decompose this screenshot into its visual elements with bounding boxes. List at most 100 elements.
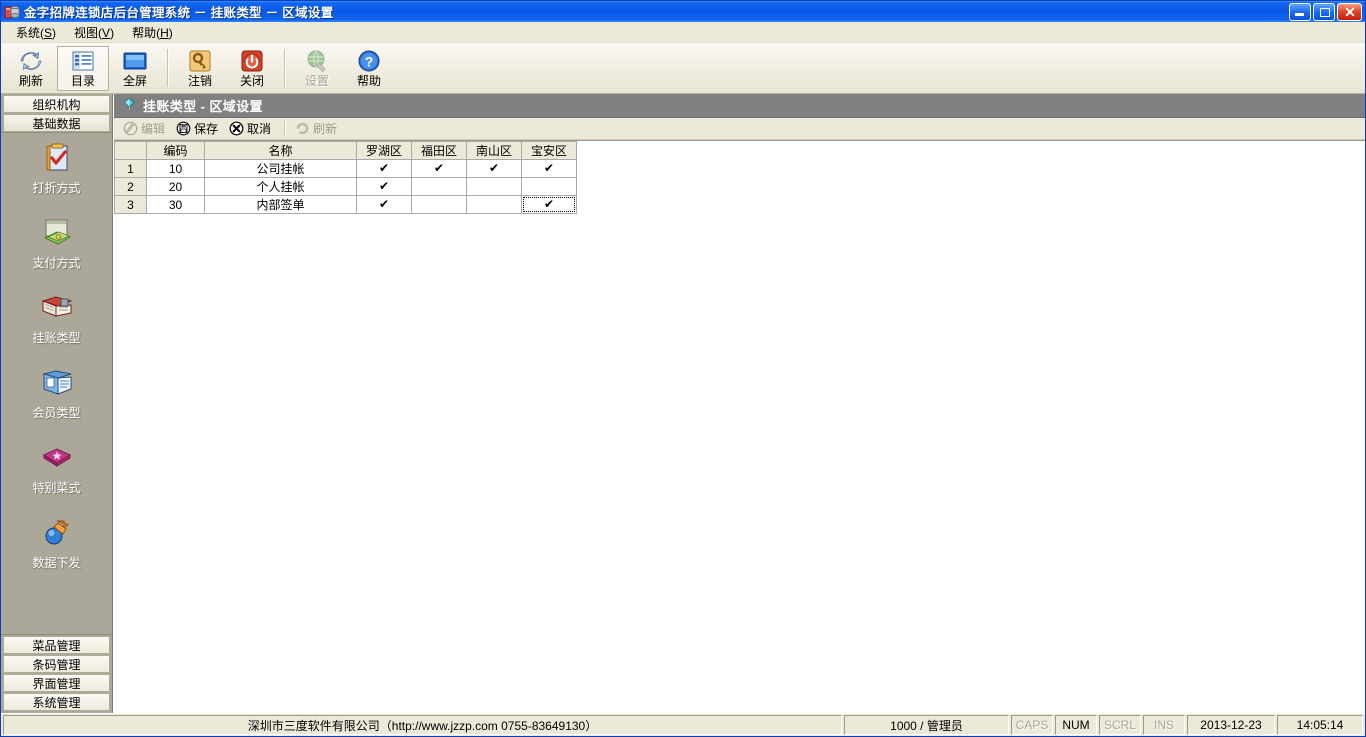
- toolbar-button-help[interactable]: ? 帮助: [343, 46, 395, 91]
- sidebar-item-payment-label: 支付方式: [32, 256, 81, 270]
- grid-refresh-button: 刷新: [292, 119, 343, 138]
- sidebar-item-member-type[interactable]: 会员类型: [1, 366, 112, 441]
- menu-item-system-label: 系统: [16, 25, 41, 40]
- special-dish-icon: [40, 441, 74, 475]
- grid-col-nanshan[interactable]: 南山区: [466, 141, 522, 160]
- toolbar-button-fullscreen[interactable]: 全屏: [109, 46, 161, 91]
- toolbar-button-logout[interactable]: 注销: [174, 46, 226, 91]
- sidebar: 组织机构 基础数据 打折方式 支付方式 挂账类型 会员类型 特别菜式 数据下发 …: [1, 94, 113, 713]
- cell-name-1[interactable]: 公司挂帐: [204, 159, 357, 178]
- cell-futian-1[interactable]: ✔: [411, 159, 467, 178]
- sidebar-item-special-dish-label: 特别菜式: [32, 481, 81, 495]
- sidebar-item-member-type-label: 会员类型: [32, 406, 81, 420]
- check-icon: ✔: [488, 161, 500, 175]
- toolbar-button-catalog-label: 目录: [70, 74, 95, 88]
- sidebar-group-basedata[interactable]: 基础数据: [3, 114, 110, 132]
- content-header: 挂账类型 - 区域设置: [114, 94, 1365, 118]
- sidebar-item-discount-label: 打折方式: [32, 181, 81, 195]
- cell-name-2[interactable]: 个人挂帐: [204, 177, 357, 196]
- menu-item-help[interactable]: 帮助(H): [123, 22, 182, 43]
- region-settings-grid: 编码 名称 罗湖区 福田区 南山区 宝安区 1 10 公司挂帐 ✔ ✔ ✔ ✔ …: [114, 141, 577, 214]
- sidebar-item-data-dispatch-label: 数据下发: [32, 556, 81, 570]
- cell-nanshan-1[interactable]: ✔: [466, 159, 522, 178]
- cancel-button-label: 取消: [247, 122, 272, 136]
- cancel-x-icon: [229, 121, 244, 136]
- grid-body: 1 10 公司挂帐 ✔ ✔ ✔ ✔ 2 20 个人挂帐 ✔ 3 30 内部签单 …: [114, 159, 577, 214]
- cell-baoan-1[interactable]: ✔: [521, 159, 577, 178]
- cell-code-3[interactable]: 30: [146, 195, 205, 214]
- grid-col-name[interactable]: 名称: [204, 141, 357, 160]
- sidebar-group-ui-management-label: 界面管理: [32, 676, 81, 691]
- cell-futian-3[interactable]: [411, 195, 467, 214]
- cell-code-1[interactable]: 10: [146, 159, 205, 178]
- grid-col-futian[interactable]: 福田区: [411, 141, 467, 160]
- table-row[interactable]: 3 30 内部签单 ✔ ✔: [114, 195, 577, 214]
- grid-col-luohu[interactable]: 罗湖区: [356, 141, 412, 160]
- toolbar-button-refresh[interactable]: 刷新: [5, 46, 57, 91]
- fullscreen-icon: [122, 48, 148, 74]
- save-button[interactable]: 保存: [173, 119, 224, 138]
- sidebar-group-dish-management[interactable]: 菜品管理: [3, 636, 110, 654]
- cell-futian-2[interactable]: [411, 177, 467, 196]
- gem-icon: [122, 97, 137, 115]
- edit-pen-icon: [123, 121, 138, 136]
- menu-item-view[interactable]: 视图(V): [65, 22, 123, 43]
- grid-col-code[interactable]: 编码: [146, 141, 205, 160]
- cancel-button[interactable]: 取消: [226, 119, 277, 138]
- table-row[interactable]: 2 20 个人挂帐 ✔: [114, 177, 577, 196]
- toolbar-button-fullscreen-label: 全屏: [122, 74, 147, 88]
- toolbar-separator-2: [284, 49, 285, 87]
- grid-col-rowno: [114, 141, 147, 160]
- window-title: 金字招牌连锁店后台管理系统 － 挂账类型 － 区域设置: [24, 6, 334, 20]
- toolbar-button-shutdown[interactable]: 关闭: [226, 46, 278, 91]
- sidebar-item-credit-type[interactable]: 挂账类型: [1, 291, 112, 366]
- title-bar: 金字招牌连锁店后台管理系统 － 挂账类型 － 区域设置 ✕: [1, 1, 1365, 22]
- row-header-2[interactable]: 2: [114, 177, 147, 196]
- edit-button: 编辑: [120, 119, 171, 138]
- maximize-button[interactable]: [1313, 2, 1335, 21]
- toolbar-separator-1: [167, 49, 168, 87]
- menu-item-system[interactable]: 系统(S): [7, 22, 65, 43]
- sidebar-item-payment[interactable]: 支付方式: [1, 216, 112, 291]
- check-icon: ✔: [378, 179, 390, 193]
- row-header-1[interactable]: 1: [114, 159, 147, 178]
- cell-luohu-3[interactable]: ✔: [356, 195, 412, 214]
- grid-header-row: 编码 名称 罗湖区 福田区 南山区 宝安区: [114, 141, 577, 160]
- data-grid-container[interactable]: 编码 名称 罗湖区 福田区 南山区 宝安区 1 10 公司挂帐 ✔ ✔ ✔ ✔ …: [114, 140, 1365, 713]
- sidebar-item-credit-type-label: 挂账类型: [32, 331, 81, 345]
- sidebar-group-organization[interactable]: 组织机构: [3, 95, 110, 113]
- status-bar: 深圳市三度软件有限公司（http://www.jzzp.com 0755-836…: [1, 713, 1365, 736]
- cell-nanshan-2[interactable]: [466, 177, 522, 196]
- clipboard-check-icon: [40, 141, 74, 175]
- toolbar-button-catalog[interactable]: 目录: [57, 45, 109, 91]
- sidebar-item-discount[interactable]: 打折方式: [1, 141, 112, 216]
- row-header-3[interactable]: 3: [114, 195, 147, 214]
- application-icon: [4, 4, 20, 20]
- close-button[interactable]: ✕: [1337, 2, 1362, 21]
- sidebar-group-system-management[interactable]: 系统管理: [3, 693, 110, 711]
- cell-luohu-1[interactable]: ✔: [356, 159, 412, 178]
- cell-nanshan-3[interactable]: [466, 195, 522, 214]
- grid-refresh-button-label: 刷新: [313, 122, 338, 136]
- settings-globe-icon: [304, 48, 330, 74]
- toolbar-button-settings: 设置: [291, 46, 343, 91]
- page-title: 挂账类型 - 区域设置: [143, 99, 263, 114]
- cell-code-2[interactable]: 20: [146, 177, 205, 196]
- sidebar-group-ui-management[interactable]: 界面管理: [3, 674, 110, 692]
- minimize-button[interactable]: [1289, 2, 1311, 21]
- table-row[interactable]: 1 10 公司挂帐 ✔ ✔ ✔ ✔: [114, 159, 577, 178]
- grid-col-baoan[interactable]: 宝安区: [521, 141, 577, 160]
- sidebar-item-special-dish[interactable]: 特别菜式: [1, 441, 112, 516]
- cell-baoan-2[interactable]: [521, 177, 577, 196]
- edit-button-label: 编辑: [141, 122, 166, 136]
- cell-luohu-2[interactable]: ✔: [356, 177, 412, 196]
- save-button-label: 保存: [194, 122, 219, 136]
- status-time: 14:05:14: [1277, 715, 1363, 735]
- data-dispatch-icon: [40, 516, 74, 550]
- sidebar-group-barcode-management[interactable]: 条码管理: [3, 655, 110, 673]
- cell-baoan-3[interactable]: ✔: [521, 195, 577, 214]
- refresh-icon: [18, 48, 44, 74]
- sidebar-item-data-dispatch[interactable]: 数据下发: [1, 516, 112, 591]
- check-icon: ✔: [378, 197, 390, 211]
- cell-name-3[interactable]: 内部签单: [204, 195, 357, 214]
